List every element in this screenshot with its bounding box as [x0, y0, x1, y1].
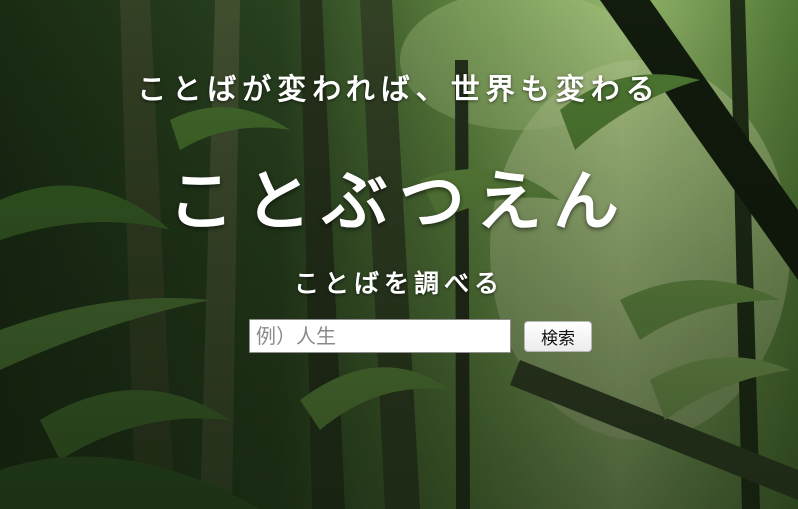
search-button[interactable]: 検索 [524, 321, 592, 352]
hero-tagline: ことばが変われば、世界も変わる [137, 72, 661, 106]
search-input[interactable] [249, 319, 511, 353]
hero-content: ことばが変われば、世界も変わる ことぶつえん ことばを調べる 検索 [0, 0, 798, 509]
site-title: ことぶつえん [168, 163, 630, 240]
hero-section: ことばが変われば、世界も変わる ことぶつえん ことばを調べる 検索 [0, 0, 798, 509]
search-heading: ことばを調べる [293, 269, 504, 298]
